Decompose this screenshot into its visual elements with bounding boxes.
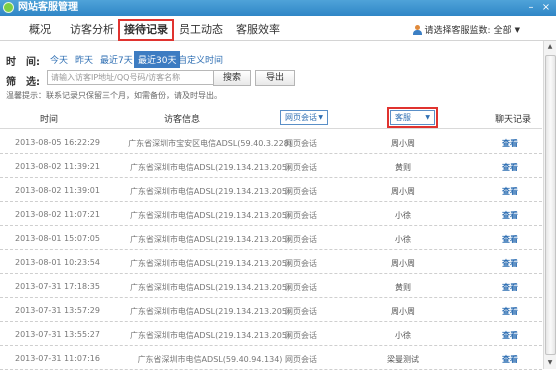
table-row: 2013-07-31 13:57:29 广东省深圳市电信ADSL(219.134… [0, 297, 542, 322]
tab-service-efficiency[interactable]: 客服效率 [233, 21, 283, 39]
chevron-down-icon: ▼ [514, 25, 520, 34]
vertical-scrollbar[interactable]: ▲ ▼ [543, 41, 556, 369]
row-agent: 周小周 [391, 139, 415, 148]
view-link[interactable]: 查看 [502, 258, 518, 269]
retention-hint: 温馨提示：联系记录只保留三个月，如需备份，请及时导出。 [6, 91, 222, 100]
title-bar: 网站客服管理 – × [0, 0, 556, 16]
view-link[interactable]: 查看 [502, 306, 518, 317]
row-session-type: 网页会话 [285, 235, 317, 244]
agent-filter-select[interactable]: 请选择客服监数: 全部 ▼ [412, 23, 520, 36]
view-link[interactable]: 查看 [502, 234, 518, 245]
table-row: 2013-07-31 17:18:35 广东省深圳市电信ADSL(219.134… [0, 273, 542, 298]
column-chat-record: 聊天记录 [495, 115, 532, 125]
table-row: 2013-07-31 13:55:27 广东省深圳市电信ADSL(219.134… [0, 321, 542, 346]
time-option-last-30-days[interactable]: 最近30天 [134, 51, 181, 68]
row-time: 2013-08-02 11:39:01 [15, 186, 100, 195]
row-session-type: 网页会话 [285, 331, 317, 340]
row-time: 2013-08-01 15:07:05 [15, 234, 100, 243]
row-agent: 小徐 [395, 235, 411, 244]
view-link[interactable]: 查看 [502, 138, 518, 149]
row-session-type: 网页会话 [285, 163, 317, 172]
row-agent: 黄则 [395, 283, 411, 292]
table-row: 2013-08-01 15:07:05 广东省深圳市电信ADSL(219.134… [0, 225, 542, 250]
row-time: 2013-07-31 11:07:16 [15, 354, 100, 363]
row-session-type: 网页会话 [285, 211, 317, 220]
row-session-type: 网页会话 [285, 187, 317, 196]
chevron-down-icon: ▼ [425, 114, 430, 121]
tab-reception-records[interactable]: 接待记录 [118, 19, 174, 41]
view-link[interactable]: 查看 [502, 162, 518, 173]
session-type-filter[interactable]: 网页会话 ▼ [280, 110, 328, 125]
agent-column-filter[interactable]: 客服 ▼ [387, 107, 438, 128]
row-agent: 梁曼测试 [387, 355, 419, 364]
agent-filter-label: 请选择客服监数: [424, 26, 491, 36]
row-time: 2013-07-31 13:55:27 [15, 330, 100, 339]
row-session-type: 网页会话 [285, 307, 317, 316]
search-input[interactable]: 请输入访客IP地址/QQ号码/访客名称 [47, 70, 215, 85]
export-button[interactable]: 导出 [255, 70, 295, 86]
row-agent: 周小周 [391, 307, 415, 316]
row-session-type: 网页会话 [285, 259, 317, 268]
row-time: 2013-07-31 17:18:35 [15, 282, 100, 291]
row-agent: 周小周 [391, 259, 415, 268]
table-row: 2013-08-05 16:22:29 广东省深圳市宝安区电信ADSL(59.4… [0, 129, 542, 154]
row-agent: 周小周 [391, 187, 415, 196]
tab-visitor-analysis[interactable]: 访客分析 [67, 21, 117, 39]
time-option-custom[interactable]: 自定义时间 [178, 53, 223, 66]
table-row: 2013-08-02 11:07:21 广东省深圳市电信ADSL(219.134… [0, 201, 542, 226]
view-link[interactable]: 查看 [502, 330, 518, 341]
table-row: 2013-08-02 11:39:21 广东省深圳市电信ADSL(219.134… [0, 153, 542, 178]
table-header: 时间 访客信息 网页会话 ▼ 客服 ▼ 聊天记录 [0, 107, 542, 129]
row-session-type: 网页会话 [285, 355, 317, 364]
column-time: 时间 [40, 115, 59, 125]
search-button[interactable]: 搜索 [213, 70, 251, 86]
scroll-thumb[interactable] [545, 55, 556, 355]
tab-staff-activity[interactable]: 员工动态 [176, 21, 226, 39]
time-filter-label: 时 间: [6, 57, 40, 68]
minimize-button[interactable]: – [524, 1, 538, 14]
search-filter-label: 筛 选: [6, 77, 40, 88]
time-option-yesterday[interactable]: 昨天 [75, 53, 93, 66]
row-session-type: 网页会话 [285, 283, 317, 292]
table-row: 2013-08-01 10:23:54 广东省深圳市电信ADSL(219.134… [0, 249, 542, 274]
column-visitor-info: 访客信息 [164, 115, 201, 125]
tab-overview[interactable]: 概况 [24, 21, 56, 39]
row-time: 2013-07-31 13:57:29 [15, 306, 100, 315]
person-icon [412, 24, 422, 35]
close-button[interactable]: × [539, 1, 553, 14]
table-row: 2013-08-02 11:39:01 广东省深圳市电信ADSL(219.134… [0, 177, 542, 202]
view-link[interactable]: 查看 [502, 186, 518, 197]
window-title: 网站客服管理 [18, 2, 78, 13]
tab-bar: 概况 访客分析 接待记录 员工动态 客服效率 请选择客服监数: 全部 ▼ [0, 16, 556, 41]
view-link[interactable]: 查看 [502, 354, 518, 365]
row-agent: 小徐 [395, 211, 411, 220]
time-option-today[interactable]: 今天 [50, 53, 68, 66]
scroll-down-arrow-icon[interactable]: ▼ [545, 358, 555, 368]
row-time: 2013-08-05 16:22:29 [15, 138, 100, 147]
app-logo-icon [3, 2, 14, 13]
row-agent: 黄则 [395, 163, 411, 172]
session-type-label: 网页会话 [285, 113, 317, 122]
agent-filter-value: 全部 [493, 26, 512, 36]
row-time: 2013-08-01 10:23:54 [15, 258, 100, 267]
scroll-up-arrow-icon[interactable]: ▲ [545, 42, 555, 52]
view-link[interactable]: 查看 [502, 282, 518, 293]
table-row: 2013-07-31 11:07:16 广东省深圳市电信ADSL(59.40.9… [0, 345, 542, 370]
chevron-down-icon: ▼ [318, 114, 323, 121]
row-session-type: 网页会话 [285, 139, 317, 148]
row-time: 2013-08-02 11:07:21 [15, 210, 100, 219]
row-time: 2013-08-02 11:39:21 [15, 162, 100, 171]
row-agent: 小徐 [395, 331, 411, 340]
time-option-last-7-days[interactable]: 最近7天 [100, 53, 133, 66]
agent-column-label: 客服 [395, 113, 411, 122]
view-link[interactable]: 查看 [502, 210, 518, 221]
